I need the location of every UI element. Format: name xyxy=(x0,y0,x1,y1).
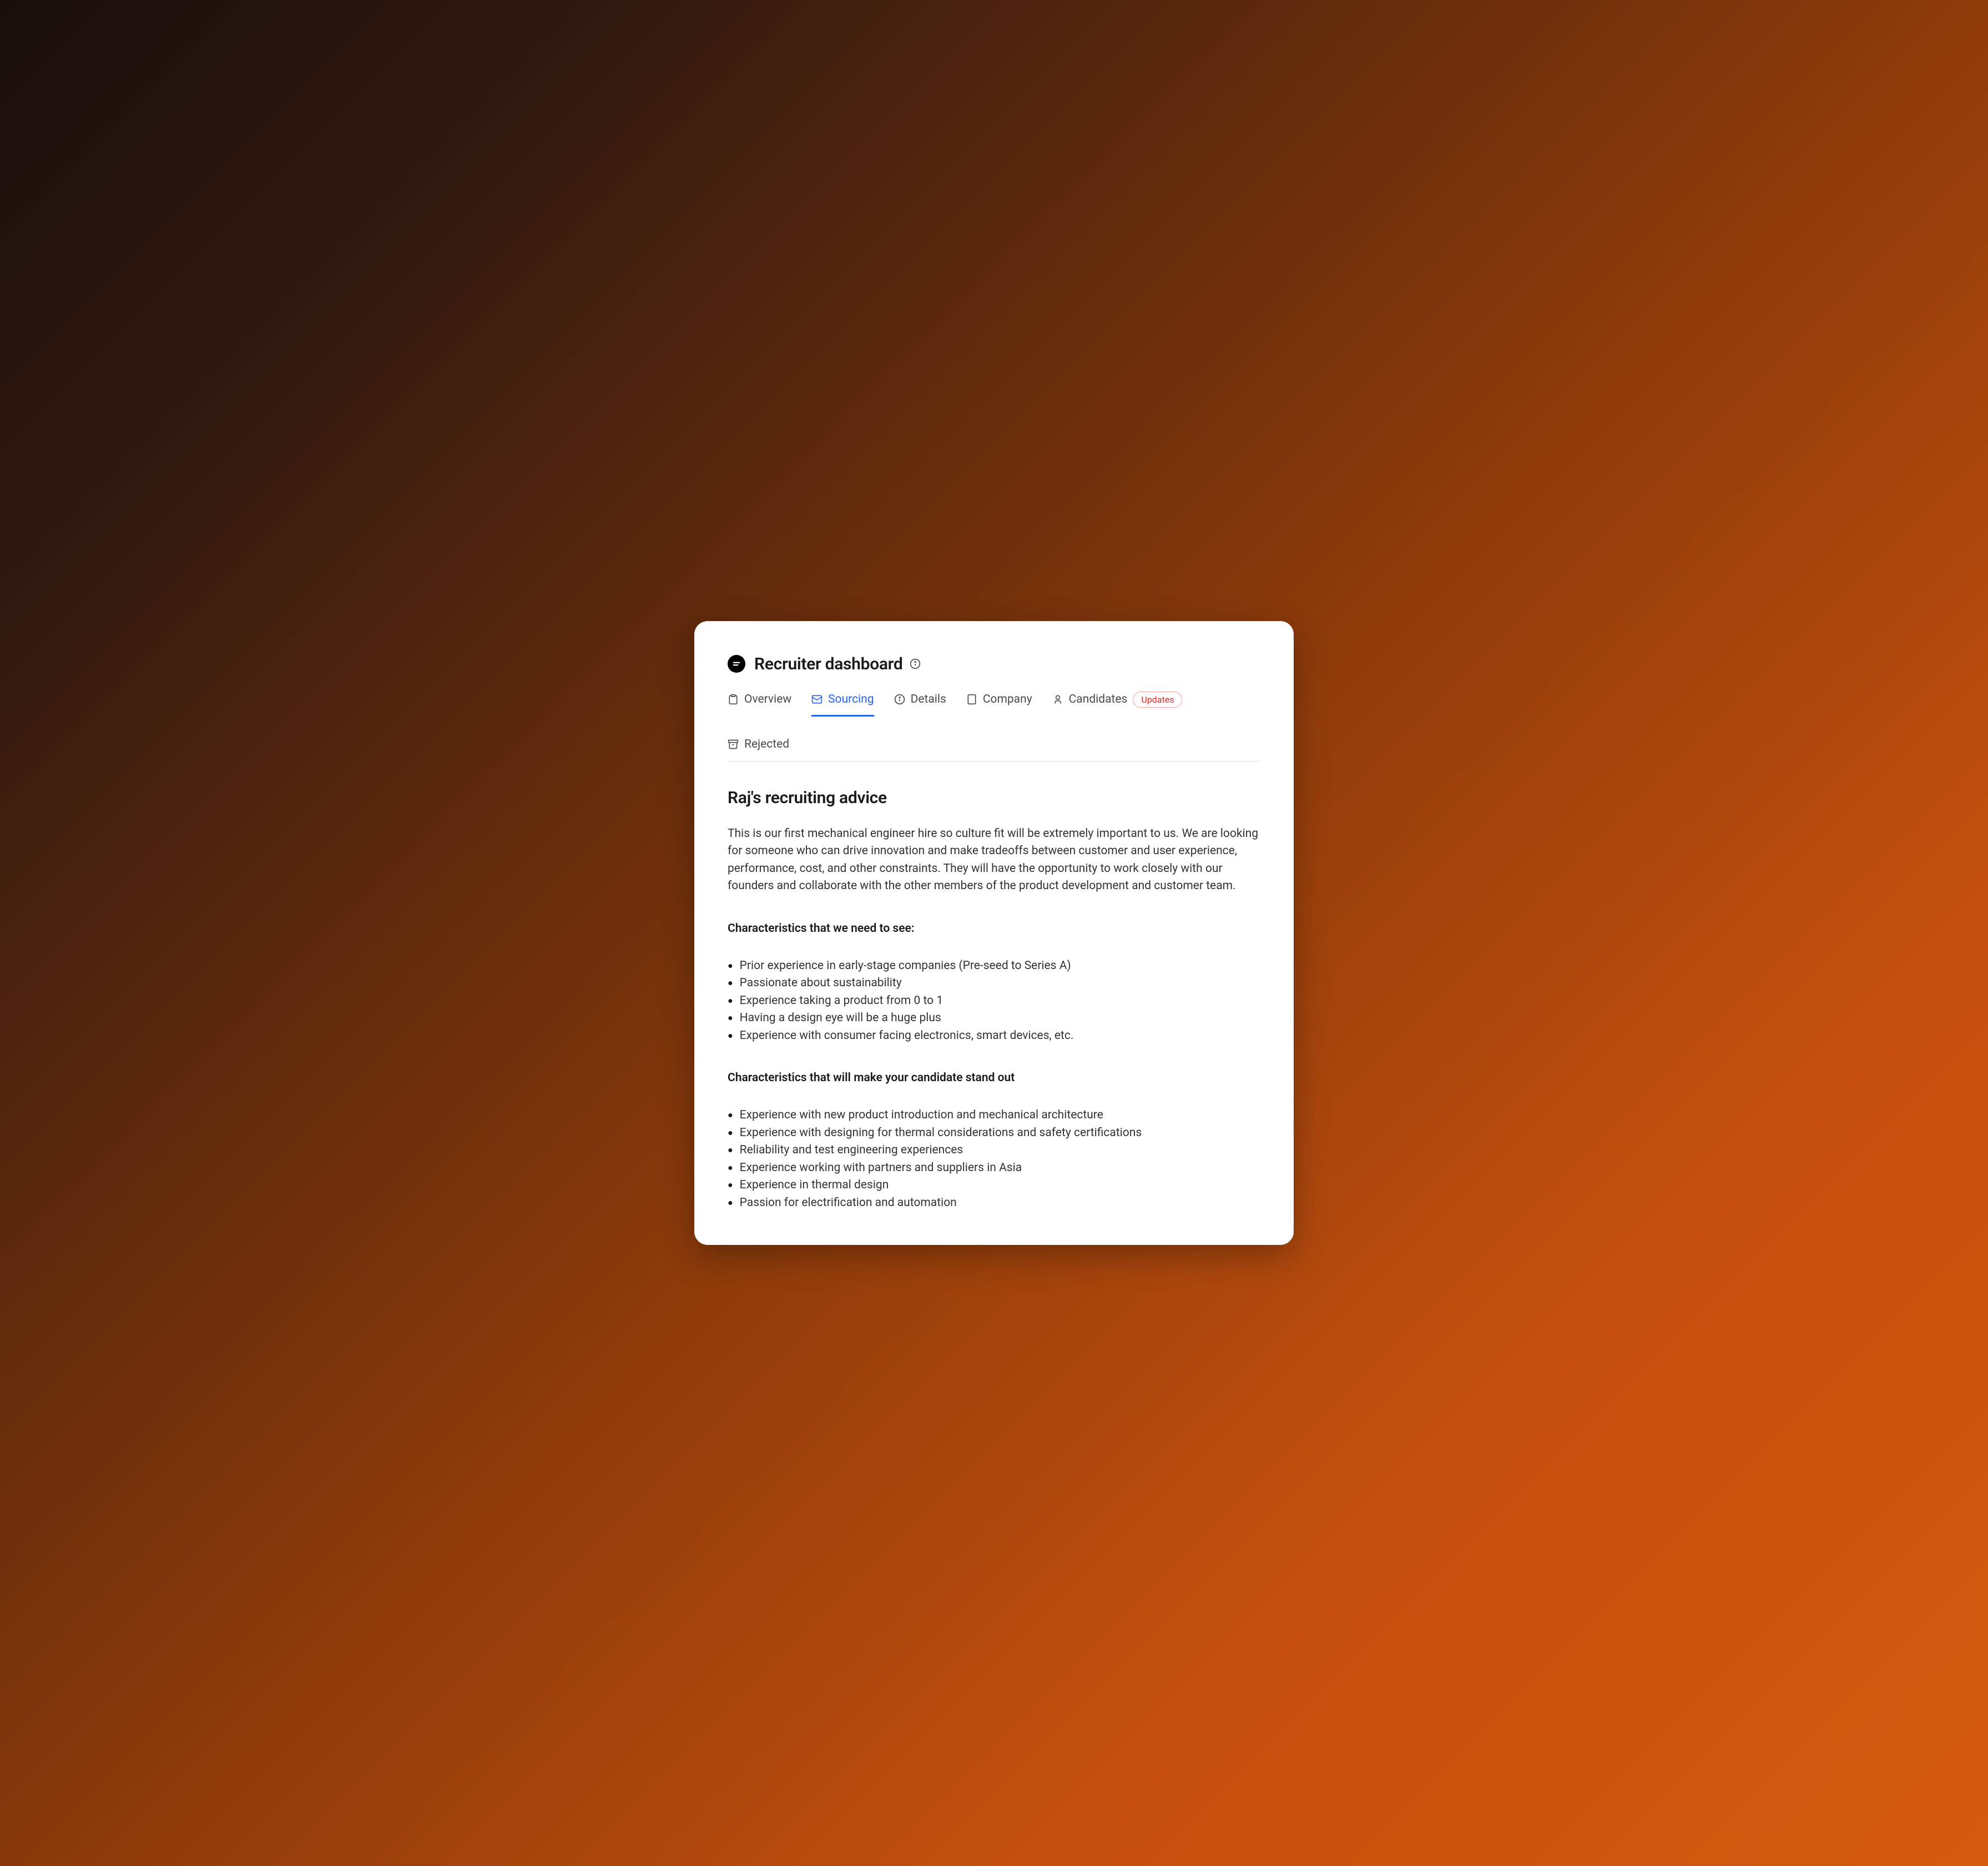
sections: Characteristics that we need to see: Prio… xyxy=(728,922,1260,1212)
dashboard-card: Recruiter dashboard Overview Sourcing Deta… xyxy=(694,621,1294,1245)
list-item: Passionate about sustainability xyxy=(728,975,1260,992)
section-heading: Characteristics that will make your cand… xyxy=(728,1071,1260,1085)
page-title: Recruiter dashboard xyxy=(754,654,903,674)
tab-badge: Updates xyxy=(1133,692,1182,708)
bullet-list: Prior experience in early-stage companie… xyxy=(728,957,1260,1045)
list-item: Having a design eye will be a huge plus xyxy=(728,1010,1260,1027)
list-item-text: Reliability and test engineering experie… xyxy=(740,1142,963,1159)
intro-text: This is our first mechanical engineer hi… xyxy=(728,825,1260,895)
list-item-text: Having a design eye will be a huge plus xyxy=(740,1010,941,1027)
list-item: Reliability and test engineering experie… xyxy=(728,1142,1260,1159)
list-item: Experience working with partners and sup… xyxy=(728,1159,1260,1177)
info-icon xyxy=(894,694,905,705)
building-icon xyxy=(966,694,977,705)
list-item-text: Passion for electrification and automati… xyxy=(740,1194,957,1212)
list-item: Experience with new product introduction… xyxy=(728,1107,1260,1124)
list-item: Passion for electrification and automati… xyxy=(728,1194,1260,1212)
archive-icon xyxy=(728,739,739,750)
list-item: Experience in thermal design xyxy=(728,1177,1260,1194)
tab-sourcing[interactable]: Sourcing xyxy=(811,693,874,717)
list-item-text: Experience with consumer facing electron… xyxy=(740,1027,1074,1045)
list-item-text: Experience taking a product from 0 to 1 xyxy=(740,992,943,1010)
list-item: Prior experience in early-stage companie… xyxy=(728,957,1260,975)
list-item-text: Prior experience in early-stage companie… xyxy=(740,957,1071,975)
tab-label: Overview xyxy=(744,693,791,706)
tab-company[interactable]: Company xyxy=(966,693,1032,717)
tab-candidates[interactable]: Candidates Updates xyxy=(1052,692,1183,718)
tab-label: Rejected xyxy=(744,738,789,751)
tab-label: Details xyxy=(911,693,946,706)
list-item-text: Experience working with partners and sup… xyxy=(740,1159,1022,1177)
clipboard-icon xyxy=(728,694,739,705)
user-icon xyxy=(1052,694,1063,705)
tabs: Overview Sourcing Details Company Candidates… xyxy=(728,692,1260,761)
header: Recruiter dashboard xyxy=(728,654,1260,674)
tab-details[interactable]: Details xyxy=(894,693,946,717)
mail-icon xyxy=(811,694,823,705)
list-item: Experience taking a product from 0 to 1 xyxy=(728,992,1260,1010)
list-item: Experience with designing for thermal co… xyxy=(728,1124,1260,1142)
bullet-list: Experience with new product introduction… xyxy=(728,1107,1260,1212)
tab-label: Sourcing xyxy=(828,693,874,706)
list-item-text: Experience in thermal design xyxy=(740,1177,889,1194)
list-item-text: Passionate about sustainability xyxy=(740,975,902,992)
logo-icon xyxy=(728,655,745,673)
info-icon[interactable] xyxy=(910,658,921,669)
content: Raj's recruiting advice This is our firs… xyxy=(728,788,1260,1212)
list-item-text: Experience with designing for thermal co… xyxy=(740,1124,1142,1142)
section-heading: Characteristics that we need to see: xyxy=(728,922,1260,935)
tab-overview[interactable]: Overview xyxy=(728,693,791,717)
tab-label: Candidates xyxy=(1069,693,1128,706)
tab-label: Company xyxy=(983,693,1032,706)
list-item: Experience with consumer facing electron… xyxy=(728,1027,1260,1045)
content-heading: Raj's recruiting advice xyxy=(728,788,1260,808)
tab-rejected[interactable]: Rejected xyxy=(728,738,789,761)
list-item-text: Experience with new product introduction… xyxy=(740,1107,1103,1124)
